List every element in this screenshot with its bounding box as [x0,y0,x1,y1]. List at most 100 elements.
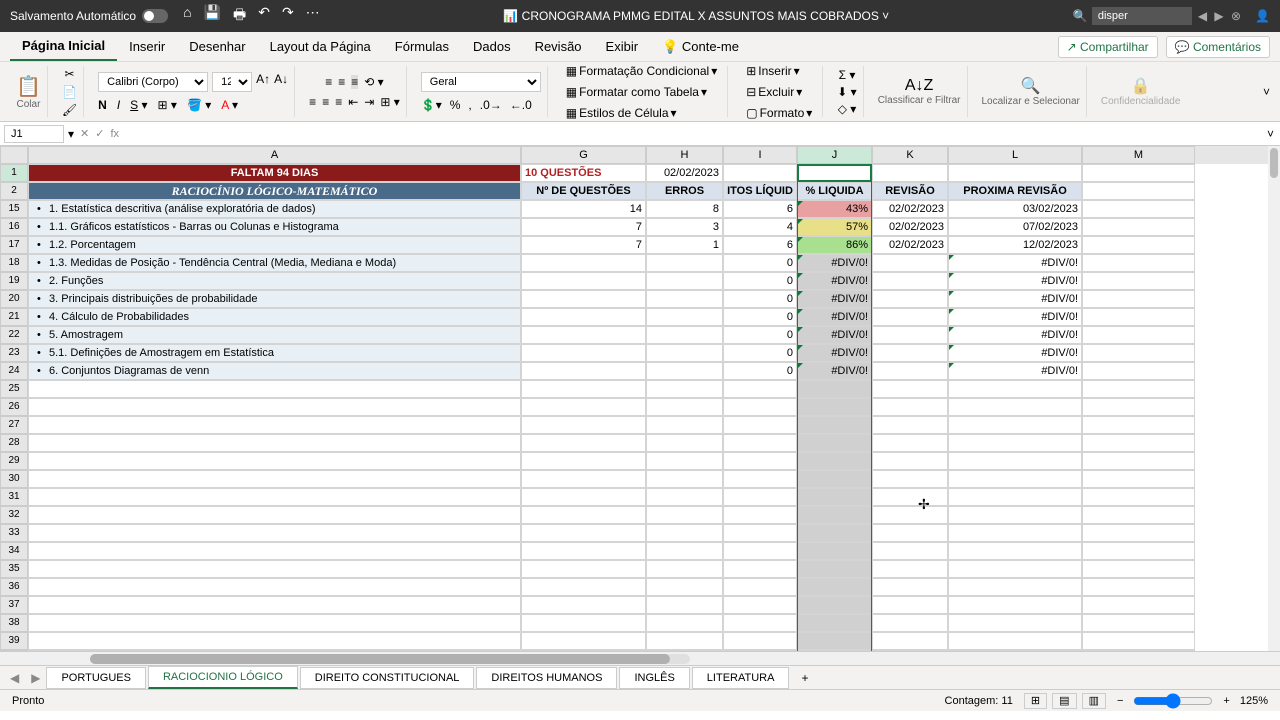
increase-font-icon[interactable]: A↑ [256,72,270,92]
underline-button[interactable]: S ▾ [130,98,147,112]
row-header[interactable]: 22 [0,326,28,344]
cell-G29[interactable] [521,452,646,470]
cell-I37[interactable] [723,596,797,614]
font-select[interactable]: Calibri (Corpo) [98,72,208,92]
paste-button[interactable]: Colar [17,99,41,110]
cell-A24[interactable]: 6. Conjuntos Diagramas de venn [28,362,521,380]
tab-formulas[interactable]: Fórmulas [383,33,461,60]
cell-M20[interactable] [1082,290,1195,308]
cell-M1[interactable] [1082,164,1195,182]
enter-formula-icon[interactable]: ✓ [95,127,104,140]
font-color-button[interactable]: A ▾ [221,98,238,112]
sheet-tab-constitucional[interactable]: DIREITO CONSTITUCIONAL [300,667,475,689]
align-right-icon[interactable]: ≡ [335,95,342,109]
cell-J1[interactable] [797,164,872,182]
row-header[interactable]: 29 [0,452,28,470]
cell-K30[interactable] [872,470,948,488]
cell-L15[interactable]: 03/02/2023 [948,200,1082,218]
cell-A1[interactable]: FALTAM 94 DIAS [28,164,521,182]
indent-dec-icon[interactable]: ⇤ [348,95,358,109]
search-prev-icon[interactable]: ◀ [1198,9,1207,23]
cell-K15[interactable]: 02/02/2023 [872,200,948,218]
cell-M23[interactable] [1082,344,1195,362]
cell-L31[interactable] [948,488,1082,506]
row-header[interactable]: 34 [0,542,28,560]
view-break-icon[interactable]: ▥ [1082,693,1106,709]
cell-H15[interactable]: 8 [646,200,723,218]
cell-H20[interactable] [646,290,723,308]
cell-K35[interactable] [872,560,948,578]
cell-K21[interactable] [872,308,948,326]
cancel-formula-icon[interactable]: ✕ [80,127,89,140]
fill-icon[interactable]: ⬇ ▾ [837,85,856,99]
align-left-icon[interactable]: ≡ [309,95,316,109]
tab-layout[interactable]: Layout da Página [258,33,383,60]
cell-K19[interactable] [872,272,948,290]
format-cells-button[interactable]: ▢ Formato ▾ [742,104,816,122]
cell-H40[interactable] [646,650,723,651]
cell-H22[interactable] [646,326,723,344]
cell-L36[interactable] [948,578,1082,596]
cell-H35[interactable] [646,560,723,578]
comma-icon[interactable]: , [468,98,471,112]
cell-G25[interactable] [521,380,646,398]
cell-K26[interactable] [872,398,948,416]
cell-A38[interactable] [28,614,521,632]
indent-inc-icon[interactable]: ⇥ [364,95,374,109]
cell-A35[interactable] [28,560,521,578]
cell-L1[interactable] [948,164,1082,182]
more-icon[interactable]: ⋯ [306,4,320,28]
cell-I38[interactable] [723,614,797,632]
row-header[interactable]: 24 [0,362,28,380]
cell-H32[interactable] [646,506,723,524]
delete-cells-button[interactable]: ⊟ Excluir ▾ [742,83,806,101]
autosave-toggle[interactable]: Salvamento Automático [10,9,168,23]
cell-J23[interactable]: #DIV/0! [797,344,872,362]
search-next-icon[interactable]: ▶ [1214,9,1223,23]
add-sheet-button[interactable]: + [791,671,818,685]
cell-I32[interactable] [723,506,797,524]
view-normal-icon[interactable]: ⊞ [1024,693,1047,709]
cell-H31[interactable] [646,488,723,506]
collapse-ribbon-icon[interactable]: ˅ [1263,85,1270,99]
cell-G38[interactable] [521,614,646,632]
cell-H17[interactable]: 1 [646,236,723,254]
cell-L39[interactable] [948,632,1082,650]
cell-A18[interactable]: 1.3. Medidas de Posição - Tendência Cent… [28,254,521,272]
row-header[interactable]: 21 [0,308,28,326]
cell-K32[interactable] [872,506,948,524]
row-header[interactable]: 38 [0,614,28,632]
cell-A23[interactable]: 5.1. Definições de Amostragem em Estatís… [28,344,521,362]
cell-L17[interactable]: 12/02/2023 [948,236,1082,254]
cell-G18[interactable] [521,254,646,272]
col-header-H[interactable]: H [646,146,723,164]
cell-I2[interactable]: ITOS LÍQUID [723,182,797,200]
tab-tellme[interactable]: 💡 Conte-me [650,33,751,61]
row-header[interactable]: 37 [0,596,28,614]
row-header[interactable]: 16 [0,218,28,236]
row-header[interactable]: 30 [0,470,28,488]
expand-formula-icon[interactable]: ˅ [1261,127,1280,141]
cell-A31[interactable] [28,488,521,506]
row-header[interactable]: 18 [0,254,28,272]
cell-M15[interactable] [1082,200,1195,218]
cell-H23[interactable] [646,344,723,362]
cell-J28[interactable] [797,434,872,452]
cell-I39[interactable] [723,632,797,650]
cell-L23[interactable]: #DIV/0! [948,344,1082,362]
cell-K18[interactable] [872,254,948,272]
format-painter-icon[interactable]: 🖌 [62,103,77,117]
cell-K22[interactable] [872,326,948,344]
cell-A37[interactable] [28,596,521,614]
percent-icon[interactable]: % [450,98,461,112]
col-header-J[interactable]: J [797,146,872,164]
cell-M34[interactable] [1082,542,1195,560]
cell-M16[interactable] [1082,218,1195,236]
wrap-merge-icon[interactable]: ⊞ ▾ [380,95,399,109]
zoom-out-button[interactable]: − [1117,695,1123,707]
user-icon[interactable]: 👤 [1255,9,1270,23]
cell-A39[interactable] [28,632,521,650]
cell-J30[interactable] [797,470,872,488]
cell-H1[interactable]: 02/02/2023 [646,164,723,182]
cell-A34[interactable] [28,542,521,560]
